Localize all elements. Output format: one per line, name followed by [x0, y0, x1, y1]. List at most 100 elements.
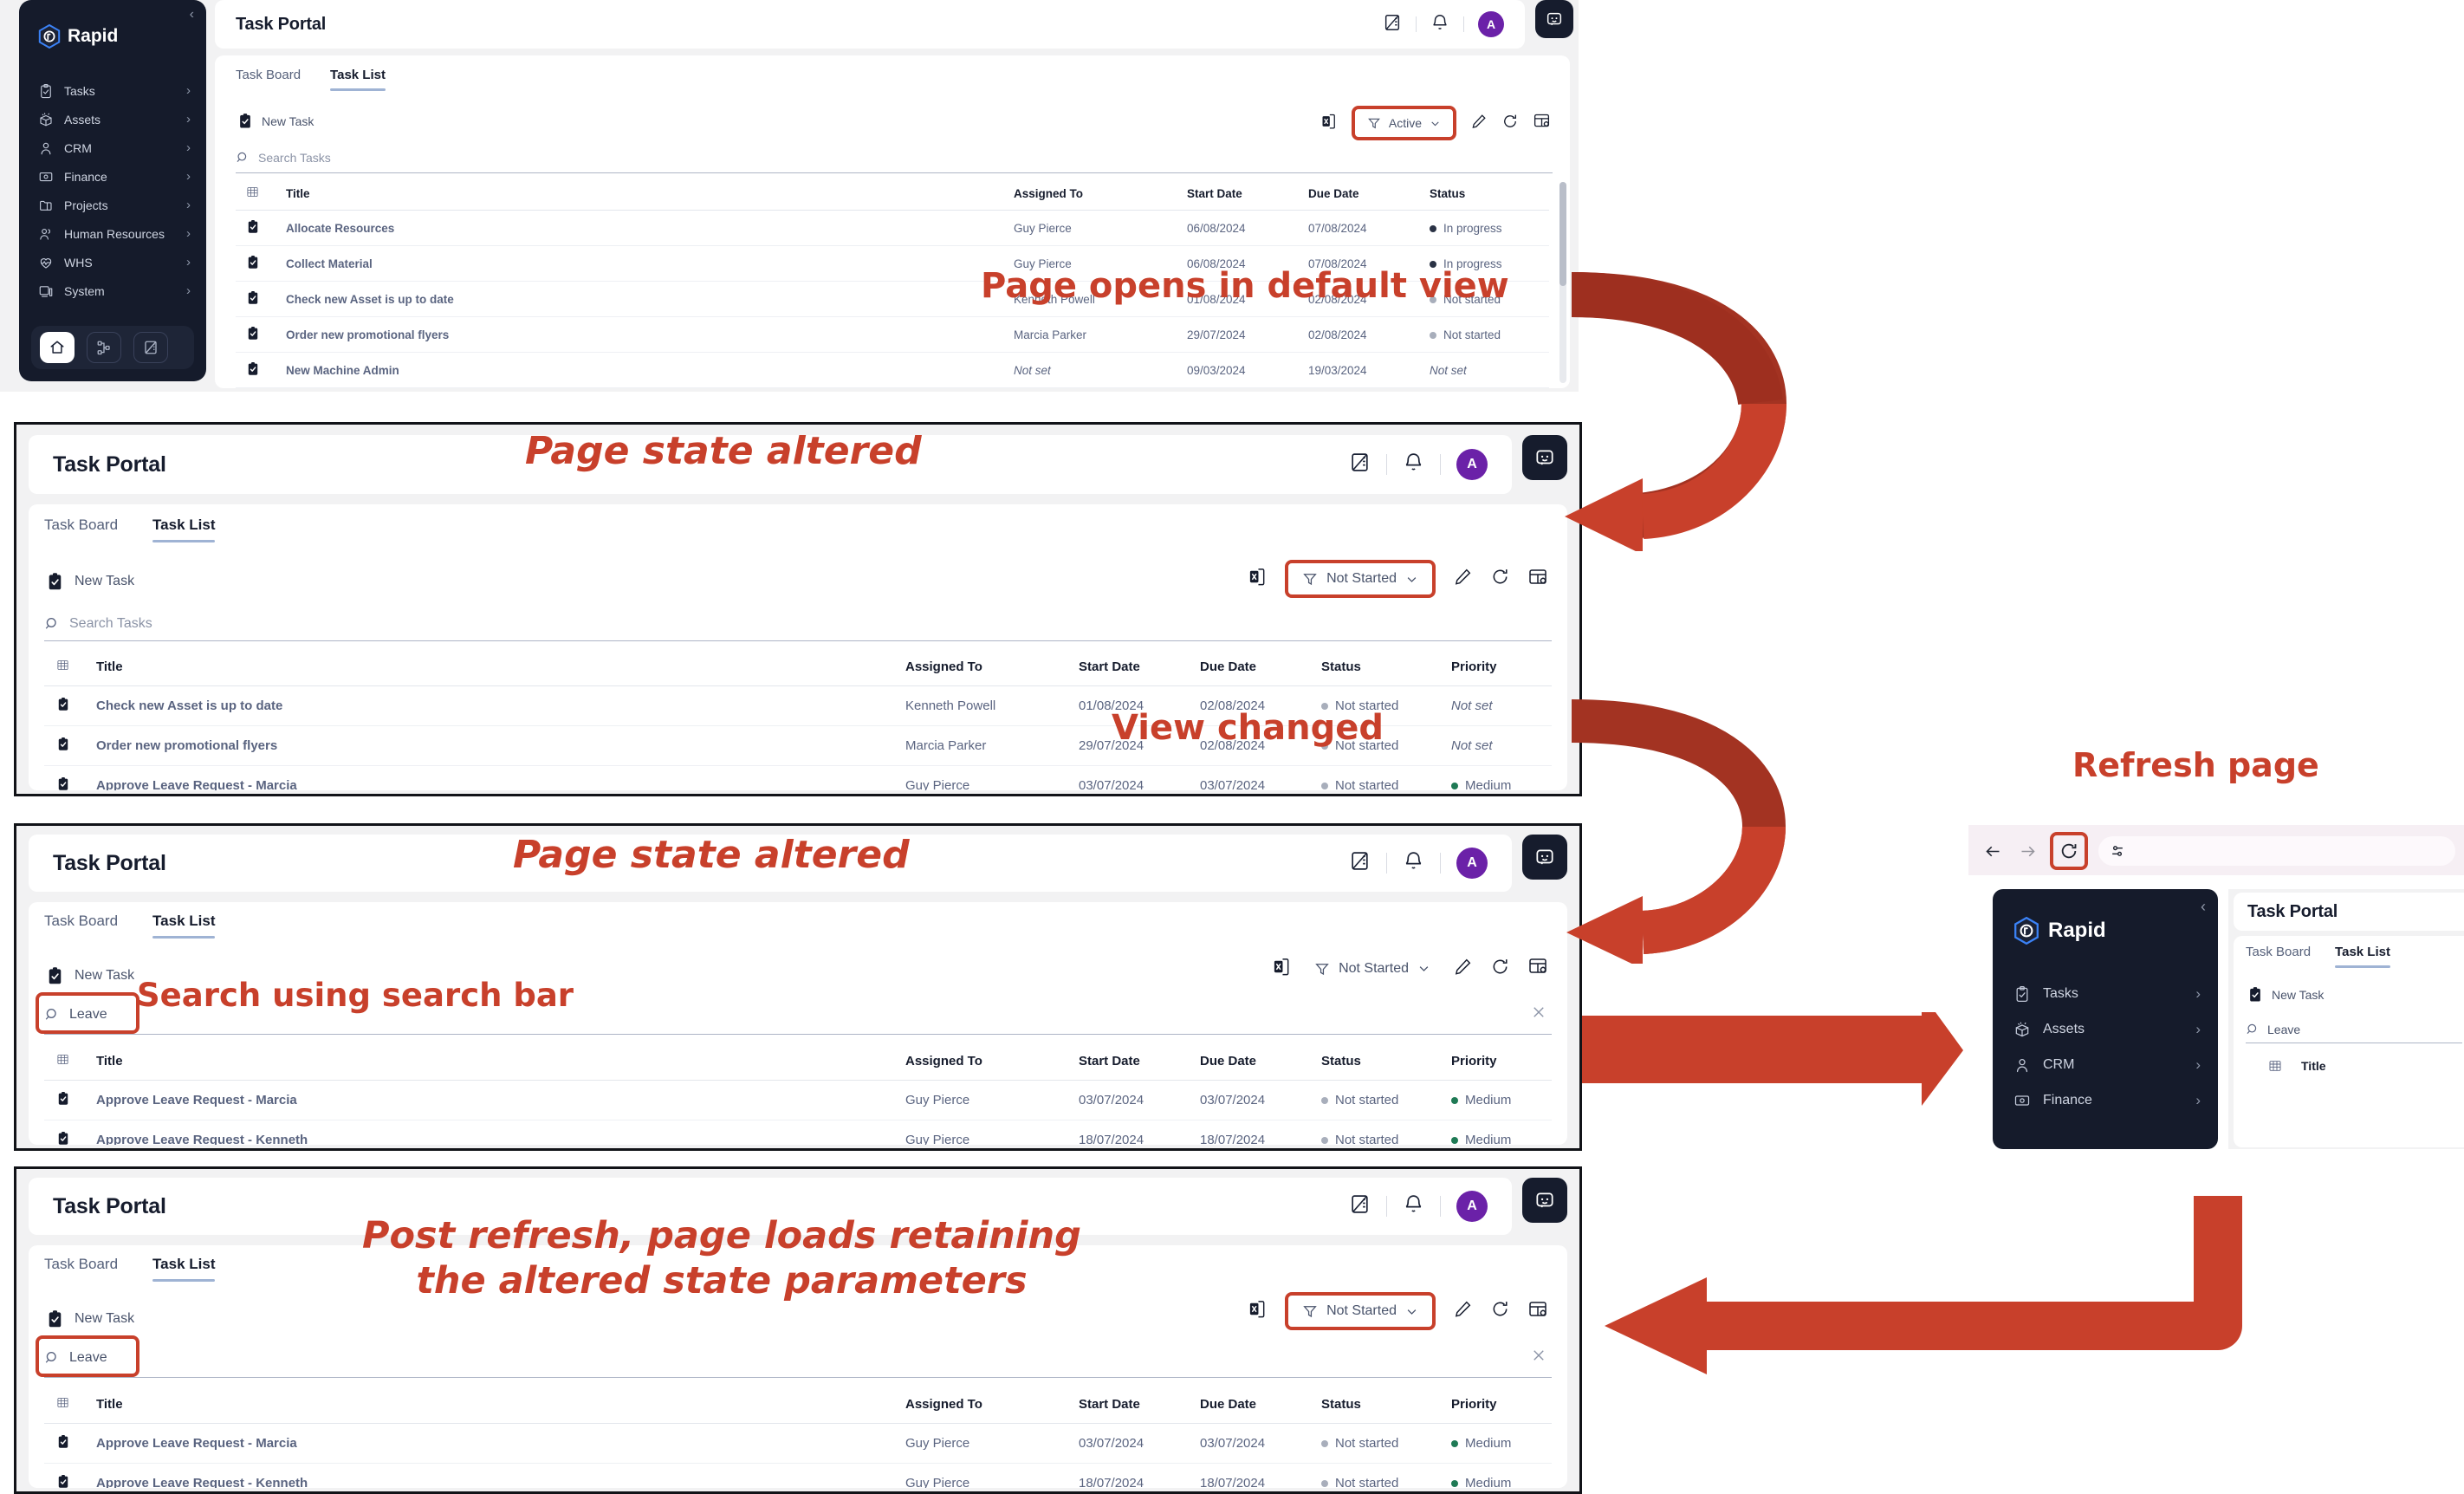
table-row[interactable]: Book first maintenanceGuy Pierce29/11/20… [236, 387, 1549, 388]
column-header[interactable]: Status [1309, 1386, 1439, 1424]
bell-icon[interactable] [1425, 13, 1455, 36]
report-icon[interactable] [1342, 850, 1378, 876]
filter-button[interactable]: Not Started [1309, 958, 1436, 979]
refresh-button[interactable] [1501, 113, 1519, 134]
bell-icon[interactable] [1396, 451, 1431, 477]
column-settings-button[interactable] [1527, 567, 1548, 592]
column-header[interactable]: Status [1309, 1043, 1439, 1081]
filter-button[interactable]: Active [1361, 114, 1446, 133]
column-header[interactable]: Priority [1439, 1043, 1552, 1081]
filter-button[interactable]: Not Started [1297, 1301, 1423, 1322]
sidebar-item-crm[interactable]: CRM › [1993, 1047, 2218, 1082]
table-row[interactable]: Approve Leave Request - Kenneth Guy Pierc… [44, 1120, 1552, 1145]
column-header[interactable]: Title [84, 1043, 893, 1081]
sidebar-collapse-button[interactable]: ‹ [190, 7, 194, 23]
forward-button[interactable] [2015, 839, 2039, 863]
back-button[interactable] [1981, 839, 2005, 863]
column-header[interactable]: Title [84, 648, 893, 686]
sidebar-report-button[interactable] [133, 332, 168, 363]
table-row[interactable]: Approve Leave Request - Kenneth Guy Pierc… [44, 1463, 1552, 1488]
table-row[interactable]: Order new promotional flyers Marcia Parke… [236, 316, 1549, 353]
sidebar-item-system[interactable]: System › [19, 276, 206, 305]
new-task-button[interactable]: New Task [46, 966, 134, 985]
bot-assistant-button[interactable] [1535, 0, 1573, 38]
column-header[interactable]: Title [84, 1386, 893, 1424]
tab-task-board[interactable]: Task Board [236, 68, 301, 82]
sidebar-home-button[interactable] [40, 332, 75, 363]
new-task-button[interactable]: New Task [237, 113, 314, 129]
tab-task-list[interactable]: Task List [152, 913, 216, 939]
refresh-button[interactable] [1490, 957, 1510, 981]
column-header[interactable]: Title [276, 177, 1003, 211]
sidebar-collapse-button[interactable]: ‹ [2201, 898, 2206, 916]
table-row[interactable]: Approve Leave Request - Marcia Guy Pierce… [44, 1423, 1552, 1464]
column-header[interactable]: Assigned To [893, 648, 1067, 686]
bell-icon[interactable] [1396, 850, 1431, 876]
avatar[interactable]: A [1456, 449, 1488, 480]
table-row[interactable]: Allocate Resources Guy Pierce 06/08/2024 07… [236, 210, 1549, 246]
sidebar-item-tasks[interactable]: Tasks › [1993, 976, 2218, 1011]
column-header[interactable]: Start Date [1177, 177, 1298, 211]
column-header[interactable]: Assigned To [1003, 177, 1177, 211]
report-icon[interactable] [1342, 451, 1378, 477]
tab-task-board[interactable]: Task Board [44, 1256, 118, 1273]
table-row[interactable]: Approve Leave Request - Marcia Guy Pierce… [44, 1080, 1552, 1120]
tab-task-list[interactable]: Task List [152, 516, 216, 542]
sidebar-item-tasks[interactable]: Tasks › [19, 76, 206, 105]
column-header[interactable]: Status [1419, 177, 1549, 211]
tab-task-board[interactable]: Task Board [44, 516, 118, 534]
tab-task-board[interactable]: Task Board [2246, 945, 2311, 959]
column-header[interactable]: Start Date [1067, 1043, 1188, 1081]
column-header[interactable]: Assigned To [893, 1043, 1067, 1081]
export-excel-button[interactable] [1320, 113, 1338, 134]
new-task-button[interactable]: New Task [46, 572, 134, 591]
tab-task-list[interactable]: Task List [2335, 945, 2390, 968]
search-input[interactable]: Search Tasks [44, 607, 1552, 641]
edit-button[interactable] [1453, 1299, 1473, 1323]
table-row[interactable]: New Machine Admin Not set 09/03/2024 19/03/… [236, 352, 1549, 388]
export-excel-button[interactable] [1248, 567, 1268, 591]
refresh-button[interactable] [1490, 1299, 1510, 1323]
column-header[interactable]: Start Date [1067, 648, 1188, 686]
avatar[interactable]: A [1478, 11, 1504, 37]
avatar[interactable]: A [1456, 848, 1488, 879]
edit-button[interactable] [1453, 957, 1473, 981]
bell-icon[interactable] [1396, 1193, 1431, 1219]
sidebar-item-whs[interactable]: WHS › [19, 248, 206, 276]
new-task-button[interactable]: New Task [2247, 986, 2324, 1003]
column-header[interactable]: Start Date [1067, 1386, 1188, 1424]
column-header[interactable]: Priority [1439, 648, 1552, 686]
column-header[interactable]: Assigned To [893, 1386, 1067, 1424]
sidebar-item-assets[interactable]: Assets › [1993, 1011, 2218, 1047]
report-icon[interactable] [1378, 13, 1407, 36]
new-task-button[interactable]: New Task [46, 1309, 134, 1328]
edit-button[interactable] [1470, 113, 1488, 134]
column-header[interactable]: Status [1309, 648, 1439, 686]
sidebar-sitemap-button[interactable] [87, 332, 121, 363]
sidebar-item-projects[interactable]: Projects › [19, 191, 206, 219]
column-header[interactable]: Due Date [1188, 648, 1309, 686]
address-bar[interactable] [2098, 836, 2455, 866]
column-header[interactable]: Due Date [1188, 1043, 1309, 1081]
tab-task-board[interactable]: Task Board [44, 913, 118, 930]
refresh-button[interactable] [1490, 567, 1510, 591]
column-header[interactable]: Due Date [1188, 1386, 1309, 1424]
tab-task-list[interactable]: Task List [330, 68, 386, 91]
search-input[interactable]: Leave [2246, 1016, 2462, 1043]
avatar[interactable]: A [1456, 1191, 1488, 1222]
sidebar-item-assets[interactable]: Assets › [19, 105, 206, 133]
edit-button[interactable] [1453, 567, 1473, 591]
column-settings-button[interactable] [1533, 112, 1551, 134]
search-input[interactable]: Leave [44, 1342, 1552, 1374]
column-header[interactable]: Due Date [1298, 177, 1419, 211]
filter-button[interactable]: Not Started [1297, 568, 1423, 589]
sidebar-item-crm[interactable]: CRM › [19, 133, 206, 162]
column-settings-button[interactable] [1527, 956, 1548, 981]
tab-task-list[interactable]: Task List [152, 1256, 216, 1282]
export-excel-button[interactable] [1272, 957, 1292, 981]
export-excel-button[interactable] [1248, 1299, 1268, 1323]
sidebar-item-human-resources[interactable]: Human Resources › [19, 219, 206, 248]
table-row[interactable]: Approve Leave Request - Marcia Guy Pierce… [44, 765, 1552, 790]
reload-button[interactable] [2058, 840, 2080, 862]
search-input[interactable]: Search Tasks [236, 142, 1553, 173]
